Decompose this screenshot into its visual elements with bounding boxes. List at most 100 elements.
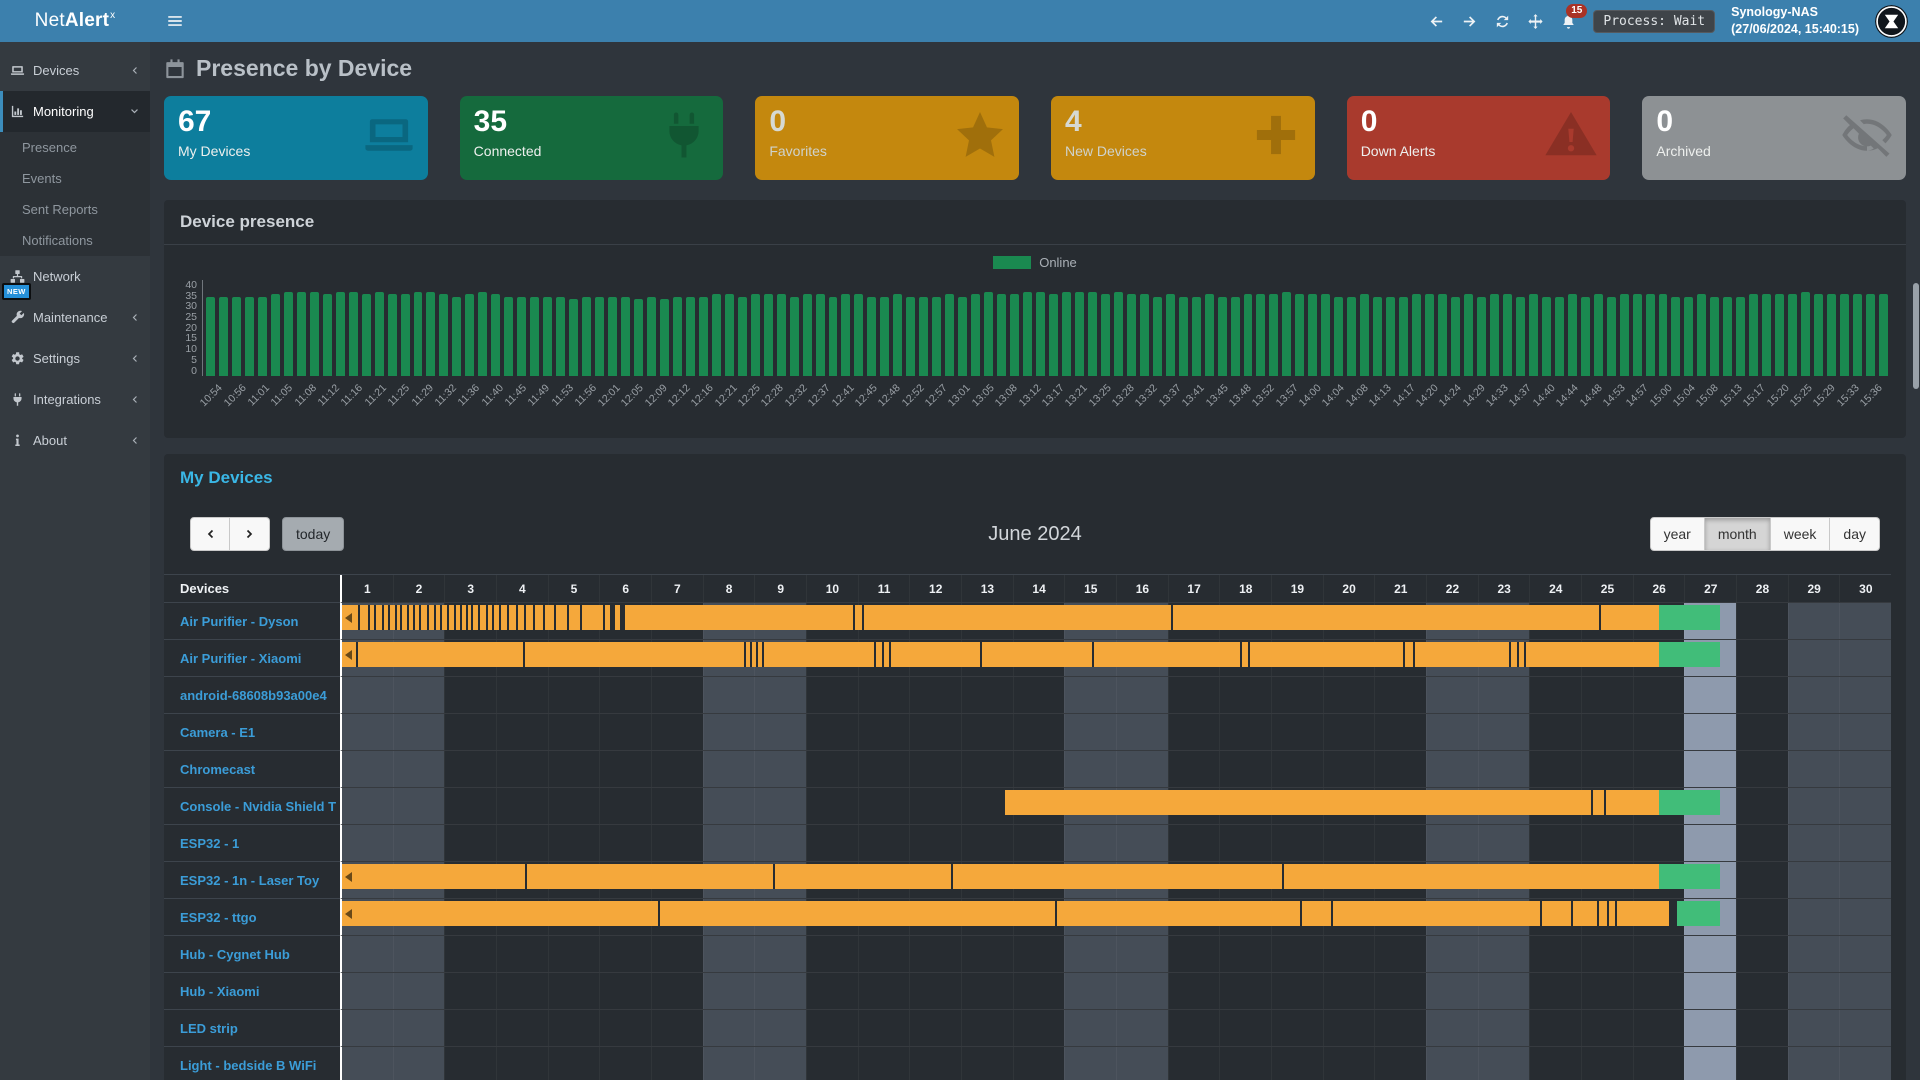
day-cell-16	[1116, 1047, 1168, 1080]
chevron-left-icon	[129, 65, 140, 76]
chart-bars	[202, 280, 1888, 376]
sidebar-subitem-presence[interactable]: Presence	[0, 132, 150, 163]
presence-bar-online[interactable]	[342, 605, 1659, 630]
chart-bar	[932, 297, 941, 376]
device-link-hub-xiaomi[interactable]: Hub - Xiaomi	[164, 972, 340, 1009]
day-cell-28	[1736, 788, 1788, 824]
sidebar-item-integrations[interactable]: Integrations	[0, 379, 150, 420]
sidebar-subitem-sent-reports[interactable]: Sent Reports	[0, 194, 150, 225]
device-link-chromecast[interactable]: Chromecast	[164, 750, 340, 787]
sidebar-item-label: About	[33, 433, 67, 448]
brand-logo[interactable]: NetAlertx	[0, 0, 150, 42]
presence-bar-online[interactable]	[342, 642, 1659, 667]
next-month-button[interactable]	[230, 517, 270, 551]
chart-bar	[1801, 292, 1810, 376]
sidebar-subitem-events[interactable]: Events	[0, 163, 150, 194]
new-version-badge: NEW	[2, 283, 31, 300]
view-week-button[interactable]: week	[1771, 517, 1831, 551]
nav-back-button[interactable]	[1428, 13, 1445, 30]
device-link-led-strip[interactable]: LED strip	[164, 1009, 340, 1046]
stat-card-new-devices[interactable]: 4New Devices	[1051, 96, 1315, 180]
presence-bar-online[interactable]	[1005, 790, 1658, 815]
sidebar-item-settings[interactable]: Settings	[0, 338, 150, 379]
sidebar-subitem-notifications[interactable]: Notifications	[0, 225, 150, 256]
chart-bar	[1529, 294, 1538, 376]
presence-gap	[466, 605, 468, 630]
sidebar-item-monitoring[interactable]: Monitoring	[0, 91, 150, 132]
presence-gap	[358, 605, 360, 630]
device-link-console-nvidia-shield-t[interactable]: Console - Nvidia Shield T	[164, 787, 340, 824]
page-scrollbar[interactable]	[1913, 283, 1919, 389]
refresh-button[interactable]	[1494, 13, 1511, 30]
presence-bar-online[interactable]	[342, 864, 1659, 889]
gantt-row-cells	[340, 861, 1891, 898]
x-tick: 12:16	[696, 380, 719, 434]
x-tick: 11:36	[462, 380, 485, 434]
device-link-camera-e1[interactable]: Camera - E1	[164, 713, 340, 750]
device-link-light-bedside-b-wifi[interactable]: Light - bedside B WiFi	[164, 1046, 340, 1080]
day-cell-8	[703, 788, 755, 824]
user-avatar[interactable]	[1875, 5, 1908, 38]
device-link-android-68608b93a00e4[interactable]: android-68608b93a00e4	[164, 676, 340, 713]
chart-bar	[621, 297, 630, 376]
presence-bar-now[interactable]	[1659, 605, 1720, 630]
nav-forward-button[interactable]	[1461, 13, 1478, 30]
stat-card-favorites[interactable]: 0Favorites	[755, 96, 1019, 180]
sidebar-item-about[interactable]: About	[0, 420, 150, 461]
device-link-esp32-1[interactable]: ESP32 - 1	[164, 824, 340, 861]
day-cell-12	[909, 751, 961, 787]
view-year-button[interactable]: year	[1650, 517, 1705, 551]
view-day-button[interactable]: day	[1830, 517, 1880, 551]
day-cell-20	[1323, 677, 1375, 713]
day-cell-10	[806, 788, 858, 824]
legend-label: Online	[1039, 255, 1077, 270]
chart-bar	[1710, 297, 1719, 376]
device-link-hub-cygnet-hub[interactable]: Hub - Cygnet Hub	[164, 935, 340, 972]
chart-bar	[323, 294, 332, 376]
chart-bar	[854, 294, 863, 376]
stat-card-down-alerts[interactable]: 0Down Alerts	[1347, 96, 1611, 180]
chart-bar	[764, 294, 773, 376]
sidebar-item-label: Devices	[33, 63, 79, 78]
day-cell-20	[1323, 973, 1375, 1009]
day-cell-4	[496, 936, 548, 972]
move-icon[interactable]	[1527, 13, 1544, 30]
device-link-esp32-1n-laser-toy[interactable]: ESP32 - 1n - Laser Toy	[164, 861, 340, 898]
presence-bar-now[interactable]	[1659, 790, 1720, 815]
stat-card-my-devices[interactable]: 67My Devices	[164, 96, 428, 180]
day-cell-3	[444, 751, 496, 787]
device-link-esp32-ttgo[interactable]: ESP32 - ttgo	[164, 898, 340, 935]
notifications-bell[interactable]: 15	[1560, 13, 1577, 30]
presence-bar-online[interactable]	[342, 901, 1669, 926]
view-month-button[interactable]: month	[1705, 517, 1771, 551]
x-tick: 14:40	[1537, 380, 1560, 434]
presence-gap	[525, 864, 527, 889]
stat-card-archived[interactable]: 0Archived	[1642, 96, 1906, 180]
sidebar-item-devices[interactable]: Devices	[0, 50, 150, 91]
day-cell-22	[1426, 936, 1478, 972]
day-cell-4	[496, 788, 548, 824]
stat-card-connected[interactable]: 35Connected	[460, 96, 724, 180]
presence-bar-now[interactable]	[1677, 901, 1720, 926]
day-cell-24	[1529, 936, 1581, 972]
device-link-air-purifier-xiaomi[interactable]: Air Purifier - Xiaomi	[164, 639, 340, 676]
presence-gap	[1403, 642, 1405, 667]
x-tick: 13:52	[1257, 380, 1280, 434]
sidebar-toggle-button[interactable]	[166, 12, 184, 30]
chart-bar	[439, 294, 448, 376]
sidebar-item-maintenance[interactable]: NEWMaintenance	[0, 297, 150, 338]
presence-bar-now[interactable]	[1659, 864, 1720, 889]
notification-count-badge: 15	[1566, 4, 1587, 18]
prev-month-button[interactable]	[190, 517, 230, 551]
today-button[interactable]: today	[282, 517, 344, 551]
presence-gap	[413, 605, 415, 630]
day-cell-16	[1116, 1010, 1168, 1046]
process-status[interactable]: Process: Wait	[1593, 10, 1715, 33]
day-cell-24	[1529, 751, 1581, 787]
device-link-air-purifier-dyson[interactable]: Air Purifier - Dyson	[164, 602, 340, 639]
day-header-21: 21	[1374, 575, 1426, 602]
gantt-row: Camera - E1	[164, 713, 1891, 750]
day-header-16: 16	[1116, 575, 1168, 602]
presence-gap	[889, 642, 891, 667]
presence-bar-now[interactable]	[1659, 642, 1720, 667]
